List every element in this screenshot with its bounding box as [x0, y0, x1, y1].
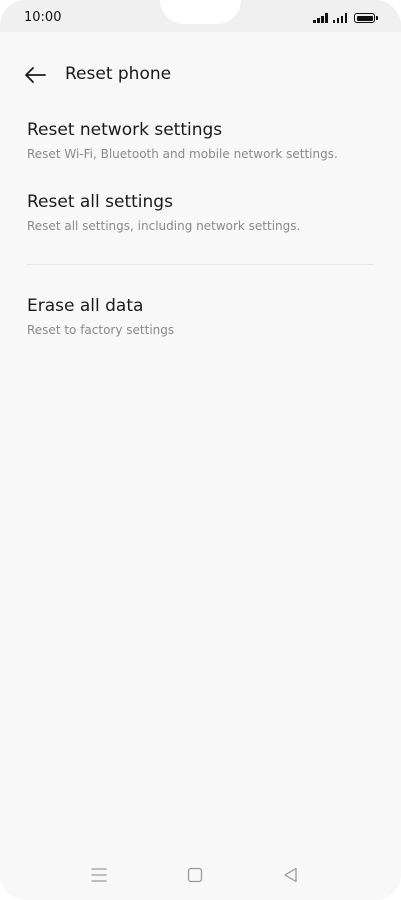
status-icons — [313, 11, 378, 23]
item-subtitle: Reset Wi-Fi, Bluetooth and mobile networ… — [27, 147, 338, 161]
arrow-left-icon — [25, 67, 46, 83]
reset-network-settings-item[interactable]: Reset network settings Reset Wi-Fi, Blue… — [0, 120, 401, 168]
back-triangle-icon — [284, 867, 297, 883]
page-title: Reset phone — [65, 64, 172, 84]
item-subtitle: Reset to factory settings — [27, 323, 175, 337]
section-divider — [27, 264, 374, 265]
status-time: 10:00 — [24, 10, 62, 25]
item-title: Reset network settings — [27, 120, 223, 140]
home-button[interactable] — [185, 866, 205, 884]
item-title: Erase all data — [27, 296, 144, 316]
battery-icon — [354, 13, 378, 23]
erase-all-data-item[interactable]: Erase all data Reset to factory settings — [0, 296, 401, 344]
menu-icon — [91, 868, 107, 882]
app-header: Reset phone — [0, 56, 401, 94]
home-icon — [187, 867, 203, 883]
item-title: Reset all settings — [27, 192, 173, 212]
menu-button[interactable] — [89, 866, 109, 884]
signal-1-icon — [313, 13, 328, 23]
item-subtitle: Reset all settings, including network se… — [27, 219, 301, 233]
phone-screen: 10:00 Reset phone Reset network settings… — [0, 0, 401, 900]
back-nav-button[interactable] — [281, 866, 301, 884]
status-bar: 10:00 — [0, 0, 401, 32]
navigation-bar — [0, 860, 401, 890]
back-button[interactable] — [22, 64, 48, 86]
camera-notch — [160, 0, 241, 24]
reset-all-settings-item[interactable]: Reset all settings Reset all settings, i… — [0, 192, 401, 240]
signal-2-icon — [332, 13, 347, 23]
